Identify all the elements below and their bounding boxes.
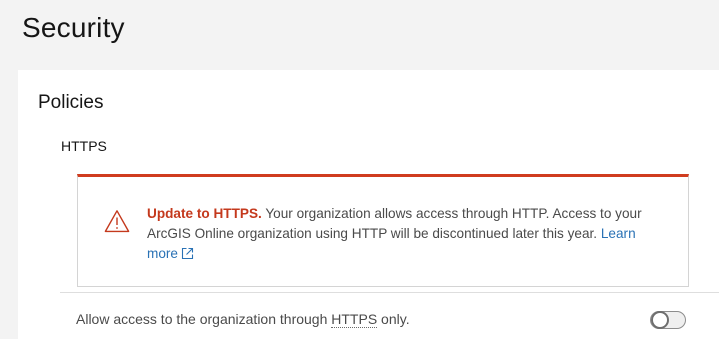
security-page: Security Policies HTTPS Update to HTTPS.…: [0, 0, 719, 339]
alert-title: Update to HTTPS.: [147, 206, 262, 221]
external-link-icon: [181, 247, 194, 260]
https-heading: HTTPS: [61, 138, 107, 154]
warning-triangle-icon: [104, 210, 130, 233]
https-warning-alert: Update to HTTPS. Your organization allow…: [77, 174, 689, 287]
https-term-tooltip[interactable]: HTTPS: [331, 311, 378, 328]
https-only-toggle[interactable]: [650, 311, 686, 329]
page-title: Security: [22, 12, 125, 43]
https-only-setting-label: Allow access to the organization through…: [76, 309, 410, 329]
setting-label-suffix: only.: [377, 311, 410, 327]
section-title: Policies: [38, 92, 104, 113]
policies-panel: Policies HTTPS Update to HTTPS. Your org…: [18, 70, 719, 339]
alert-text: Update to HTTPS. Your organization allow…: [147, 204, 662, 264]
toggle-knob: [651, 311, 669, 329]
setting-label-prefix: Allow access to the organization through: [76, 311, 332, 327]
https-only-setting-row: Allow access to the organization through…: [60, 292, 719, 339]
